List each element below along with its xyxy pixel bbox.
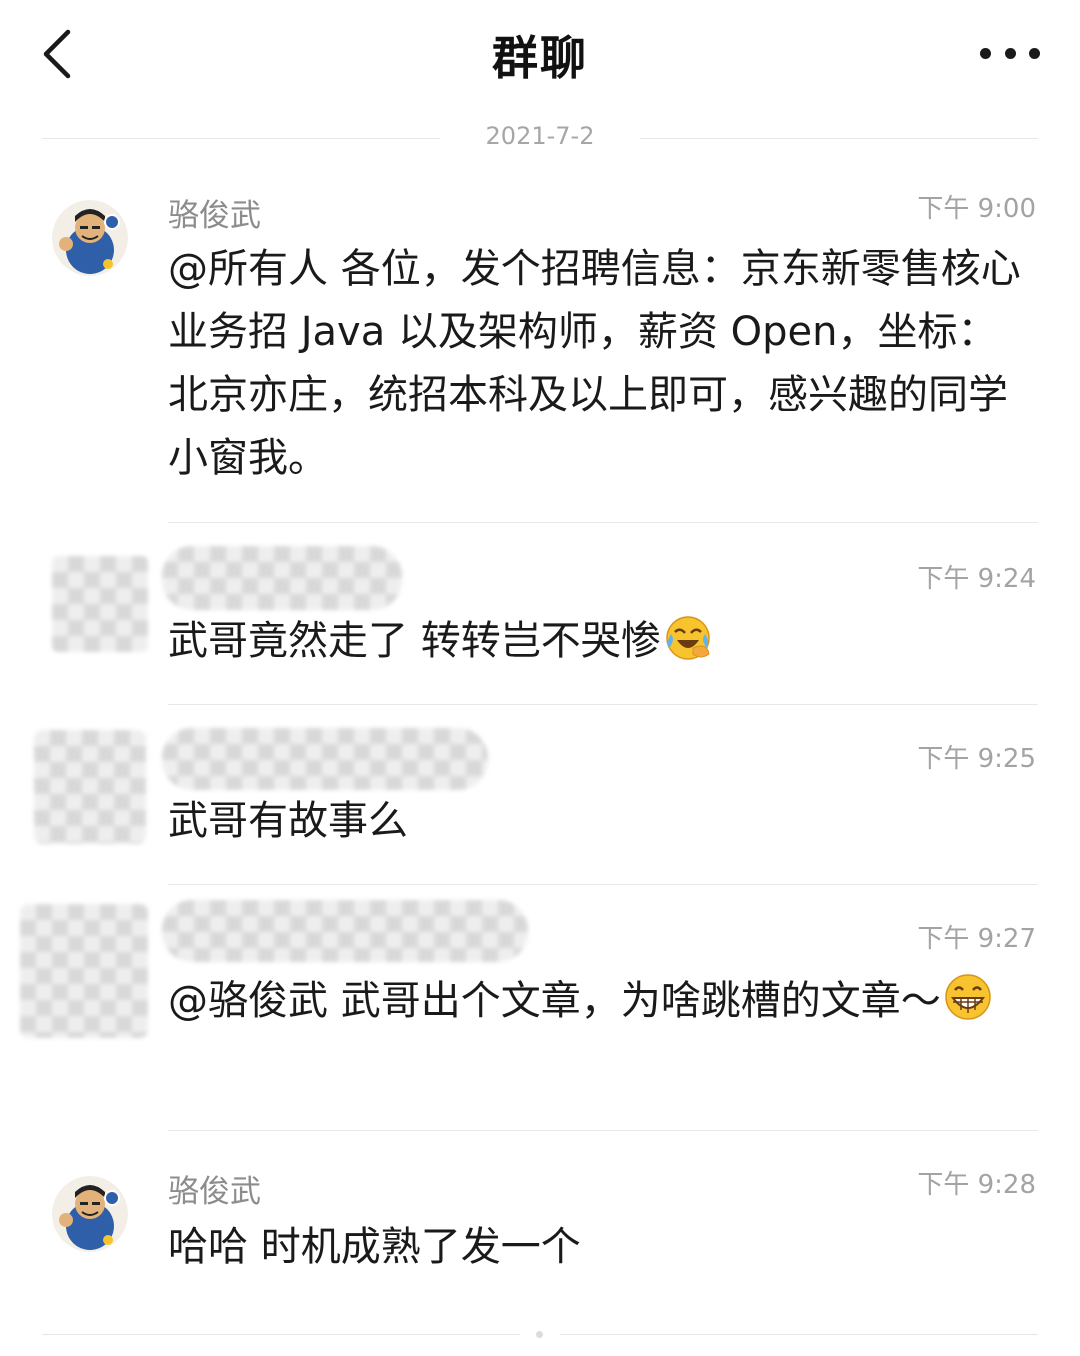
face-crying-laughing-icon [665,616,710,660]
message-time: 下午 9:00 [917,194,1036,224]
grinning-face-icon [944,974,991,1020]
avatar[interactable] [52,556,148,652]
divider [168,1130,1038,1131]
message-time: 下午 9:27 [917,924,1036,954]
avatar[interactable] [20,904,148,1038]
divider [560,1334,1038,1335]
message-time: 下午 9:24 [917,564,1036,594]
sender-name [162,546,402,610]
message-text: @骆俊武 武哥出个文章，为啥跳槽的文章～ [168,970,1028,1033]
sender-name: 骆俊武 [168,198,261,234]
sender-name [162,728,488,790]
date-divider: 2021-7-2 [485,122,595,150]
scroll-indicator [536,1331,543,1338]
avatar[interactable] [52,200,128,276]
avatar[interactable] [34,730,146,844]
divider [168,704,1038,705]
divider [42,1334,520,1335]
top-bar: 群聊 [0,0,1080,110]
message-text: @所有人 各位，发个招聘信息：京东新零售核心业务招 Java 以及架构师，薪资 … [168,246,1021,481]
sender-name: 骆俊武 [168,1174,261,1210]
message-time: 下午 9:28 [917,1170,1036,1200]
divider [168,522,1038,523]
page-title: 群聊 [492,31,588,85]
message-text: 哈哈 时机成熟了发一个 [168,1224,581,1270]
divider [168,884,1038,885]
message-time: 下午 9:25 [917,744,1036,774]
message-text: 武哥有故事么 [168,798,408,844]
avatar[interactable] [52,1176,128,1252]
sender-name [162,900,528,962]
message-text: 武哥竟然走了 转转岂不哭惨 [168,610,1028,673]
more-horizontal-icon[interactable] [980,38,1040,68]
